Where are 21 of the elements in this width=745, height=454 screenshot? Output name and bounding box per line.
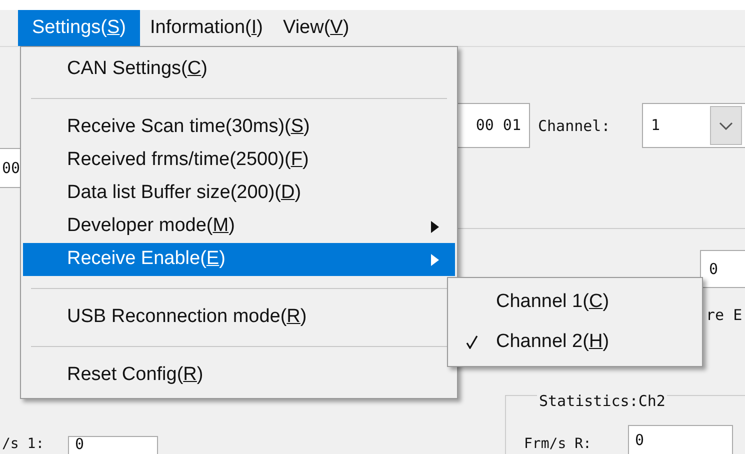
input-field[interactable]: 0: [700, 250, 745, 288]
input-field[interactable]: 0: [628, 425, 733, 454]
menu-bar-item[interactable]: Information(I): [140, 10, 273, 46]
menu-item[interactable]: Receive Enable(E): [23, 243, 455, 276]
menu-item[interactable]: Channel 2(H): [448, 322, 702, 362]
submenu-arrow-icon: [431, 220, 439, 232]
input-field[interactable]: 0: [68, 436, 158, 454]
menu-item[interactable]: Channel 1(C): [448, 282, 702, 322]
field-label: /s 1:: [2, 437, 44, 451]
channel-dropdown[interactable]: 1: [642, 103, 745, 148]
menu-item[interactable]: CAN Settings(C): [23, 53, 455, 86]
menu-bar-item[interactable]: View(V): [272, 10, 360, 46]
menu-item[interactable]: Developer mode(M): [23, 210, 455, 243]
chevron-down-icon[interactable]: [710, 106, 742, 145]
menu-bar-item[interactable]: Settings(S): [18, 10, 140, 46]
field-label: re E: [706, 305, 742, 326]
channel-label: Channel:: [538, 116, 610, 137]
submenu-arrow-icon: [431, 254, 439, 266]
menu-item[interactable]: Reset Config(R): [23, 359, 455, 392]
field-label: Frm/s R:: [524, 437, 592, 451]
menu-item[interactable]: Data list Buffer size(200)(D): [23, 177, 455, 210]
